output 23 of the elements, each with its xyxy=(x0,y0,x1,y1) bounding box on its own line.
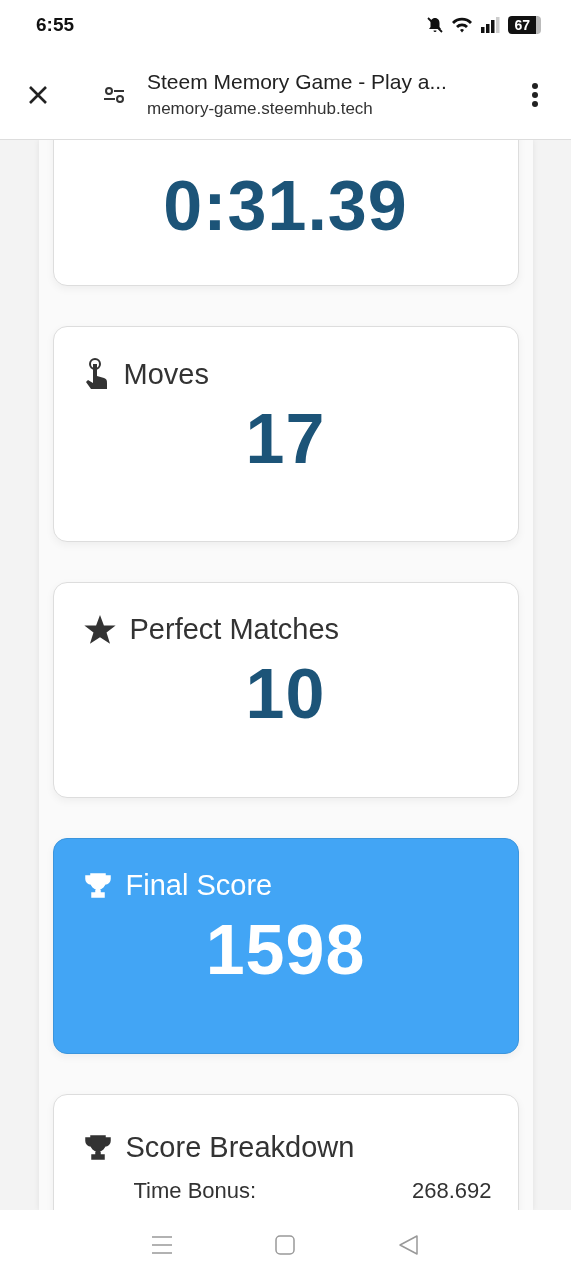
trophy-icon xyxy=(83,871,112,900)
wifi-icon xyxy=(450,16,475,34)
status-time: 6:55 xyxy=(36,14,75,36)
card-value: 10 xyxy=(245,654,326,734)
page-url: memory-game.steemhub.tech xyxy=(147,99,374,119)
more-icon xyxy=(531,81,539,108)
page-title: Steem Memory Game - Play a... xyxy=(147,70,448,94)
card-title: Score Breakdown xyxy=(125,1131,355,1164)
signal-icon xyxy=(480,16,503,34)
back-icon[interactable] xyxy=(398,1234,421,1256)
tap-hand-icon xyxy=(83,357,110,391)
star-icon xyxy=(83,614,116,645)
trophy-icon xyxy=(83,1133,112,1162)
card-value: 0:31.39 xyxy=(163,166,408,246)
breakdown-value: 268.692 xyxy=(411,1178,492,1204)
muted-bell-icon xyxy=(426,16,445,34)
card-title: Final Score xyxy=(125,869,273,902)
card-title: Perfect Matches xyxy=(129,613,340,646)
card-value: 17 xyxy=(245,399,326,479)
breakdown-label: Time Bonus: xyxy=(133,1178,257,1204)
battery-indicator: 67 xyxy=(508,16,541,34)
card-value: 1598 xyxy=(205,910,366,990)
card-title: Moves xyxy=(123,357,209,391)
